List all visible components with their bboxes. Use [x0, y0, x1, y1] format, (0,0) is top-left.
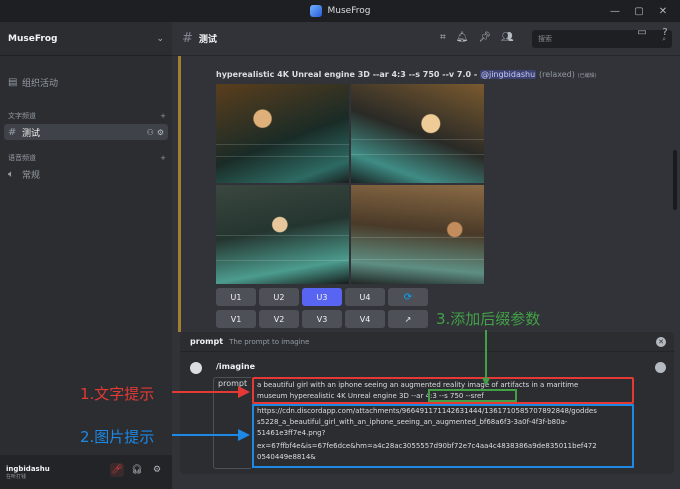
generated-image-1[interactable]: [216, 84, 349, 183]
text-prompt-annotation: 1.文字提示: [80, 385, 155, 403]
option-name: prompt: [190, 337, 224, 346]
prompt-field-label: prompt: [218, 379, 248, 388]
settings-gear-icon[interactable]: ⚙: [150, 463, 164, 477]
external-link-icon: ↗: [404, 314, 412, 324]
bot-avatar: [190, 362, 202, 374]
username: ingbidashu: [6, 464, 50, 473]
variation-button-2[interactable]: V2: [259, 310, 299, 328]
category-label: 文字频道: [8, 112, 36, 120]
add-channel-icon[interactable]: +: [160, 154, 166, 162]
speaker-icon: 🔈︎: [8, 168, 14, 180]
message-highlight-bar: [178, 56, 181, 332]
upscale-button-1[interactable]: U1: [216, 288, 256, 306]
add-channel-icon[interactable]: +: [160, 112, 166, 120]
sidebar-item-general[interactable]: 🔈︎ 常规: [4, 166, 168, 182]
option-description: The prompt to imagine: [229, 337, 310, 346]
channel-name: 测试: [198, 35, 217, 45]
command-name: /imagine: [216, 362, 255, 371]
inbox-icon[interactable]: ▭: [631, 22, 653, 42]
calendar-icon: ▤: [8, 76, 18, 88]
threads-icon[interactable]: ⌗: [440, 32, 446, 43]
server-header[interactable]: MuseFrog ⌄: [0, 22, 172, 56]
upscale-button-3[interactable]: U3: [302, 288, 342, 306]
image-prompt-highlight: [252, 404, 634, 468]
sidebar-item-test[interactable]: # 测试 ⚇ ⚙: [4, 124, 168, 140]
headphones-icon[interactable]: 🎧︎: [130, 463, 144, 477]
upscale-button-2[interactable]: U2: [259, 288, 299, 306]
category-label: 语音频道: [8, 154, 36, 162]
scrollbar[interactable]: [673, 150, 677, 210]
category-voice-channels[interactable]: 语音频道 +: [8, 152, 166, 164]
prompt-field-box[interactable]: [213, 377, 251, 469]
help-icon[interactable]: ?: [654, 22, 676, 42]
variation-button-3[interactable]: V3: [302, 310, 342, 328]
category-text-channels[interactable]: 文字频道 +: [8, 110, 166, 122]
channel-sidebar: MuseFrog ⌄: [0, 22, 172, 489]
sidebar-item-label: 测试: [22, 128, 41, 139]
window-title-text: MuseFrog: [327, 6, 371, 16]
close-icon[interactable]: ✕: [656, 337, 666, 347]
hash-icon: #: [8, 126, 17, 138]
edited-label: (已编辑): [577, 73, 597, 79]
generated-image-4[interactable]: [351, 185, 484, 284]
chevron-down-icon: ⌄: [156, 33, 164, 44]
generated-image-3[interactable]: [216, 185, 349, 284]
maximize-icon[interactable]: ▢: [628, 0, 650, 22]
variation-button-1[interactable]: V1: [216, 310, 256, 328]
server-name: MuseFrog: [8, 33, 58, 44]
app-logo-icon: [309, 5, 322, 17]
pin-icon[interactable]: 📌︎: [478, 32, 491, 43]
user-panel[interactable]: ingbidashu 在听打钱 🎤︎ 🎧︎ ⚙: [0, 455, 172, 489]
user-status: 在听打钱: [6, 473, 27, 480]
message-prompt: hyperealistic 4K Unreal engine 3D --ar 4…: [216, 70, 478, 79]
notification-bell-icon[interactable]: 🔔︎: [456, 32, 469, 43]
title-bar: MuseFrog — ▢ ✕: [0, 0, 680, 22]
message-header: hyperealistic 4K Unreal engine 3D --ar 4…: [216, 70, 597, 79]
open-external-button[interactable]: ↗: [388, 310, 428, 328]
sidebar-item-event[interactable]: ▤ 组织活动: [4, 74, 168, 90]
upscale-button-4[interactable]: U4: [345, 288, 385, 306]
image-grid[interactable]: [216, 84, 484, 284]
add-member-icon[interactable]: ⚇: [147, 128, 154, 137]
generated-image-2[interactable]: [351, 84, 484, 183]
window-title: MuseFrog: [0, 0, 680, 22]
minimize-icon[interactable]: —: [604, 0, 626, 22]
sidebar-item-label: 常规: [22, 170, 41, 181]
option-header: prompt The prompt to imagine: [180, 332, 674, 352]
suffix-params-highlight: [428, 389, 517, 402]
emoji-icon[interactable]: [655, 362, 666, 373]
members-icon[interactable]: 👥︎: [501, 32, 514, 43]
mode-label: (relaxed): [538, 70, 575, 79]
search-placeholder: 搜索: [538, 35, 552, 43]
refresh-icon: ⟳: [403, 291, 413, 303]
hash-icon: #: [182, 31, 193, 46]
suffix-params-annotation: 3.添加后缀参数: [436, 310, 541, 328]
sidebar-item-label: 组织活动: [22, 78, 59, 89]
user-mention[interactable]: @jingbidashu: [479, 70, 537, 79]
channel-header: # 测试 ⌗ 🔔︎ 📌︎ 👥︎ 搜索 ⌕: [172, 22, 680, 56]
image-prompt-annotation: 2.图片提示: [80, 428, 155, 446]
variation-button-4[interactable]: V4: [345, 310, 385, 328]
close-icon[interactable]: ✕: [652, 0, 674, 22]
gear-icon[interactable]: ⚙: [157, 128, 164, 137]
reroll-button[interactable]: ⟳: [388, 288, 428, 306]
mic-muted-icon[interactable]: 🎤︎: [110, 463, 124, 477]
